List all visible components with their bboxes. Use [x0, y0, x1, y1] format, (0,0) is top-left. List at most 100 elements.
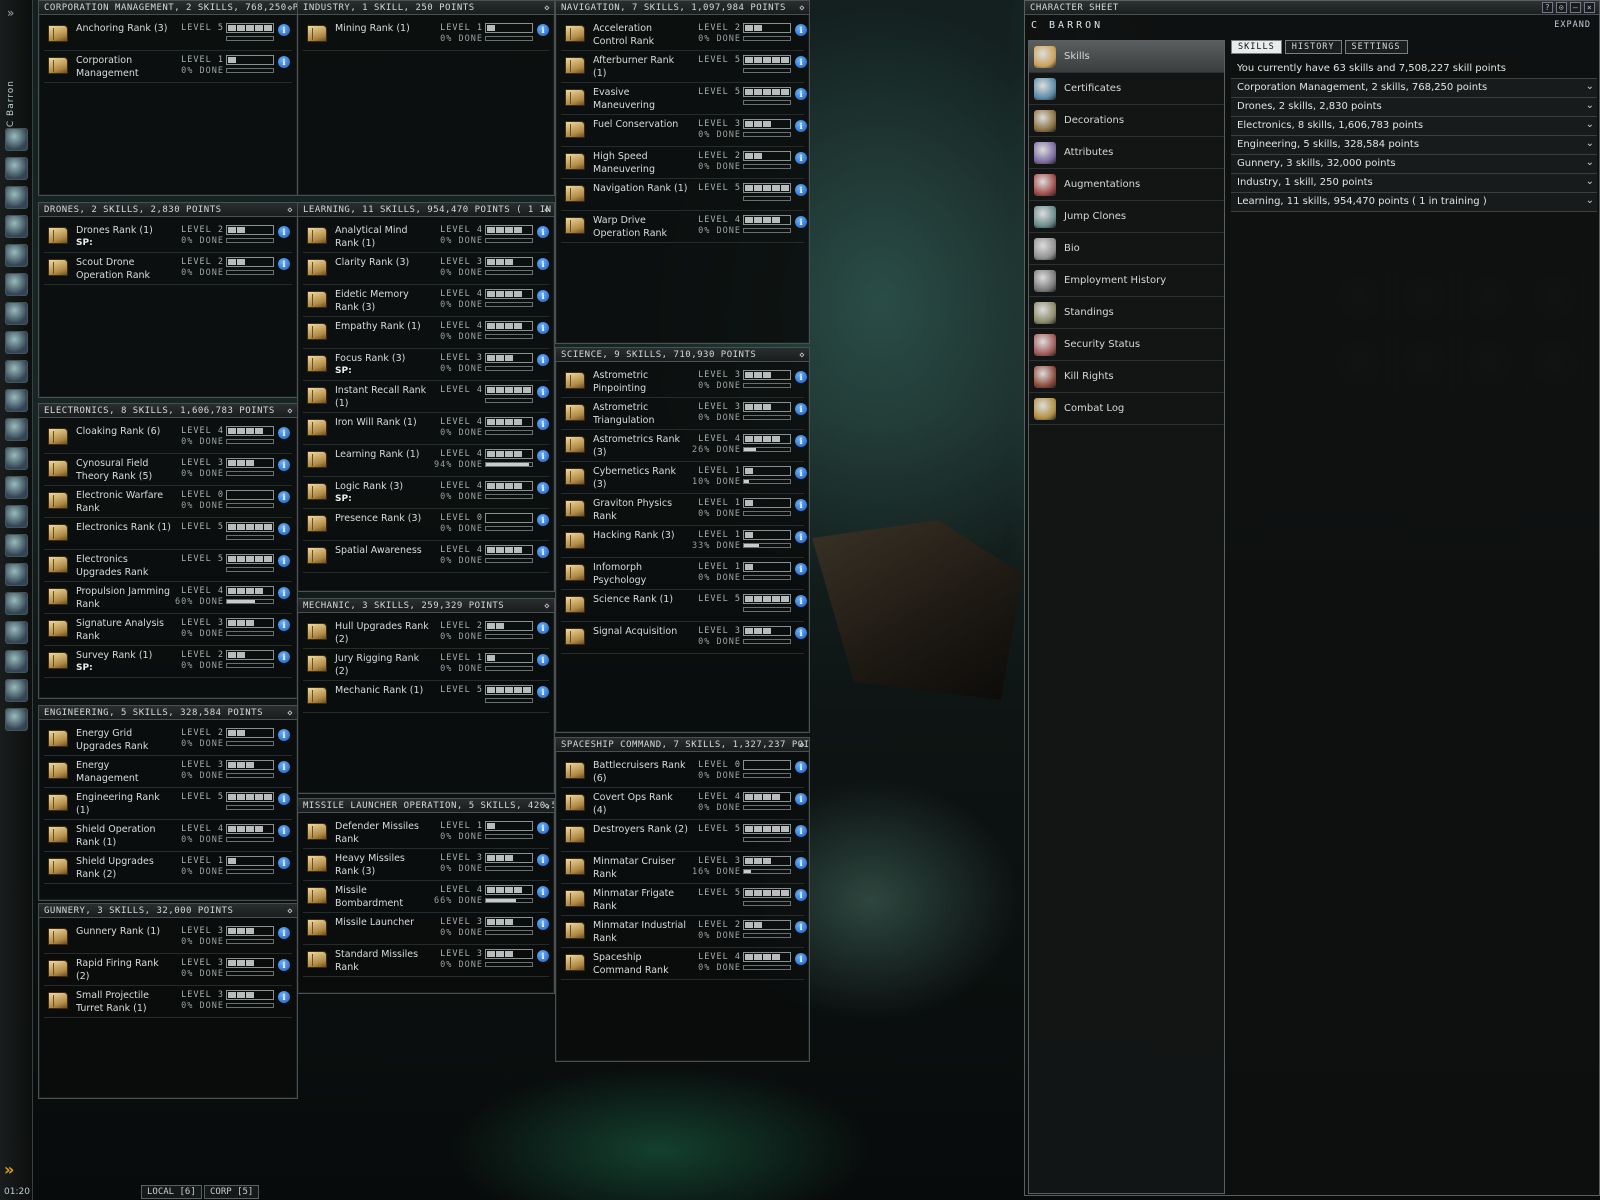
chevron-down-icon[interactable]: ⌄ — [1586, 157, 1594, 168]
chevron-down-icon[interactable]: ⌄ — [1586, 195, 1594, 206]
info-icon[interactable]: i — [537, 354, 549, 366]
info-icon[interactable]: i — [537, 654, 549, 666]
neocom-button-2-icon[interactable] — [5, 157, 28, 180]
neocom-button-4-icon[interactable] — [5, 215, 28, 238]
info-icon[interactable]: i — [795, 371, 807, 383]
info-icon[interactable]: i — [278, 587, 290, 599]
skill-row[interactable]: Shield Operation Rank (1) LEVEL 4 0% DONE i — [44, 820, 292, 852]
info-icon[interactable]: i — [537, 822, 549, 834]
chevron-down-icon[interactable]: ⌄ — [1586, 119, 1594, 130]
pin-icon[interactable]: ⋄ — [287, 708, 293, 719]
skill-row[interactable]: Empathy Rank (1) LEVEL 4 0% DONE i — [303, 317, 549, 349]
close-icon[interactable]: × — [1584, 2, 1595, 13]
skill-row[interactable]: Cloaking Rank (6) LEVEL 4 0% DONE i — [44, 422, 292, 454]
info-icon[interactable]: i — [537, 386, 549, 398]
skill-row[interactable]: Heavy Missiles Rank (3) LEVEL 3 0% DONE i — [303, 849, 549, 881]
skill-row[interactable]: Battlecruisers Rank (6) LEVEL 0 0% DONE i — [561, 756, 807, 788]
skill-row[interactable]: Covert Ops Rank (4) LEVEL 4 0% DONE i — [561, 788, 807, 820]
skill-row[interactable]: Spaceship Command Rank LEVEL 4 0% DONE i — [561, 948, 807, 980]
info-icon[interactable]: i — [795, 825, 807, 837]
neocom-button-11-icon[interactable] — [5, 418, 28, 441]
pin-icon[interactable]: ⋄ — [799, 350, 805, 361]
skill-row[interactable]: Navigation Rank (1) LEVEL 5 i — [561, 179, 807, 211]
info-icon[interactable]: i — [795, 761, 807, 773]
skill-group-header[interactable]: ELECTRONICS, 8 SKILLS, 1,606,783 POINTS — [39, 404, 297, 418]
channel-tab-corp[interactable]: CORP [5] — [204, 1185, 260, 1199]
skill-row[interactable]: Cybernetics Rank (3) LEVEL 1 10% DONE i — [561, 462, 807, 494]
skill-row[interactable]: Electronic Warfare Rank LEVEL 0 0% DONE i — [44, 486, 292, 518]
info-icon[interactable]: i — [278, 651, 290, 663]
info-icon[interactable]: i — [795, 184, 807, 196]
info-icon[interactable]: i — [795, 627, 807, 639]
tab-settings[interactable]: SETTINGS — [1344, 40, 1408, 54]
info-icon[interactable]: i — [795, 889, 807, 901]
skill-row[interactable]: Hull Upgrades Rank (2) LEVEL 2 0% DONE i — [303, 617, 549, 649]
skill-group-header[interactable]: SCIENCE, 9 SKILLS, 710,930 POINTS — [556, 348, 809, 362]
nav-item-standings[interactable]: Standings — [1029, 297, 1224, 329]
skill-group-header[interactable]: LEARNING, 11 SKILLS, 954,470 POINTS ( 1 … — [298, 203, 554, 217]
skill-group-header[interactable]: DRONES, 2 SKILLS, 2,830 POINTS — [39, 203, 297, 217]
info-icon[interactable]: i — [795, 595, 807, 607]
info-icon[interactable]: i — [278, 991, 290, 1003]
neocom-button-14-icon[interactable] — [5, 505, 28, 528]
neocom-button-18-icon[interactable] — [5, 621, 28, 644]
character-sheet-titlebar[interactable]: CHARACTER SHEET ? ⊙ – × — [1025, 1, 1599, 15]
skill-group-header[interactable]: INDUSTRY, 1 SKILL, 250 POINTS — [298, 1, 554, 15]
skill-row[interactable]: Gunnery Rank (1) LEVEL 3 0% DONE i — [44, 922, 292, 954]
info-icon[interactable]: i — [278, 729, 290, 741]
skill-category-row[interactable]: Engineering, 5 skills, 328,584 points ⌄ — [1231, 136, 1597, 155]
pin-icon[interactable]: ⋄ — [287, 3, 293, 14]
skill-row[interactable]: Science Rank (1) LEVEL 5 i — [561, 590, 807, 622]
info-icon[interactable]: i — [795, 921, 807, 933]
pin-icon[interactable]: ⋄ — [799, 3, 805, 14]
skill-row[interactable]: Destroyers Rank (2) LEVEL 5 i — [561, 820, 807, 852]
skill-row[interactable]: Clarity Rank (3) LEVEL 3 0% DONE i — [303, 253, 549, 285]
neocom-button-19-icon[interactable] — [5, 650, 28, 673]
info-icon[interactable]: i — [537, 546, 549, 558]
info-icon[interactable]: i — [537, 450, 549, 462]
info-icon[interactable]: i — [278, 793, 290, 805]
neocom-button-1-icon[interactable] — [5, 128, 28, 151]
skill-row[interactable]: Anchoring Rank (3) LEVEL 5 i — [44, 19, 292, 51]
expand-button[interactable]: EXPAND — [1554, 20, 1591, 30]
skill-row[interactable]: Astrometric Pinpointing LEVEL 3 0% DONE i — [561, 366, 807, 398]
info-icon[interactable]: i — [537, 322, 549, 334]
skill-category-row[interactable]: Learning, 11 skills, 954,470 points ( 1 … — [1231, 193, 1597, 212]
skill-row[interactable]: Astrometric Triangulation LEVEL 3 0% DONE i — [561, 398, 807, 430]
info-icon[interactable]: i — [795, 953, 807, 965]
skill-row[interactable]: Engineering Rank (1) LEVEL 5 i — [44, 788, 292, 820]
info-icon[interactable]: i — [278, 761, 290, 773]
pin-icon[interactable]: ⋄ — [287, 205, 293, 216]
skill-row[interactable]: Logic Rank (3) SP: LEVEL 4 0% DONE i — [303, 477, 549, 509]
info-icon[interactable]: i — [537, 482, 549, 494]
chevron-down-icon[interactable]: ⌄ — [1586, 100, 1594, 111]
neocom-button-12-icon[interactable] — [5, 447, 28, 470]
skill-row[interactable]: Acceleration Control Rank LEVEL 2 0% DONE i — [561, 19, 807, 51]
skill-group-header[interactable]: GUNNERY, 3 SKILLS, 32,000 POINTS — [39, 904, 297, 918]
skill-row[interactable]: Analytical Mind Rank (1) LEVEL 4 0% DONE i — [303, 221, 549, 253]
pin-icon[interactable]: ⋄ — [544, 801, 550, 812]
chevron-icon[interactable]: » — [4, 1160, 14, 1179]
info-icon[interactable]: i — [795, 152, 807, 164]
info-icon[interactable]: i — [795, 216, 807, 228]
skill-row[interactable]: Defender Missiles Rank LEVEL 1 0% DONE i — [303, 817, 549, 849]
skill-row[interactable]: Signature Analysis Rank LEVEL 3 0% DONE i — [44, 614, 292, 646]
nav-item-bio[interactable]: Bio — [1029, 233, 1224, 265]
skill-row[interactable]: Astrometrics Rank (3) LEVEL 4 26% DONE i — [561, 430, 807, 462]
neocom-button-21-icon[interactable] — [5, 708, 28, 731]
neocom-button-16-icon[interactable] — [5, 563, 28, 586]
info-icon[interactable]: i — [795, 403, 807, 415]
nav-item-skills[interactable]: Skills — [1029, 41, 1224, 73]
info-icon[interactable]: i — [278, 959, 290, 971]
skill-row[interactable]: High Speed Maneuvering LEVEL 2 0% DONE i — [561, 147, 807, 179]
skill-row[interactable]: Missile Bombardment LEVEL 4 66% DONE i — [303, 881, 549, 913]
info-icon[interactable]: i — [537, 258, 549, 270]
neocom-button-15-icon[interactable] — [5, 534, 28, 557]
nav-item-certificates[interactable]: Certificates — [1029, 73, 1224, 105]
info-icon[interactable]: i — [278, 857, 290, 869]
nav-item-kill-rights[interactable]: Kill Rights — [1029, 361, 1224, 393]
info-icon[interactable]: i — [278, 523, 290, 535]
chevron-down-icon[interactable]: ⌄ — [1586, 176, 1594, 187]
info-icon[interactable]: i — [278, 427, 290, 439]
info-icon[interactable]: i — [537, 854, 549, 866]
